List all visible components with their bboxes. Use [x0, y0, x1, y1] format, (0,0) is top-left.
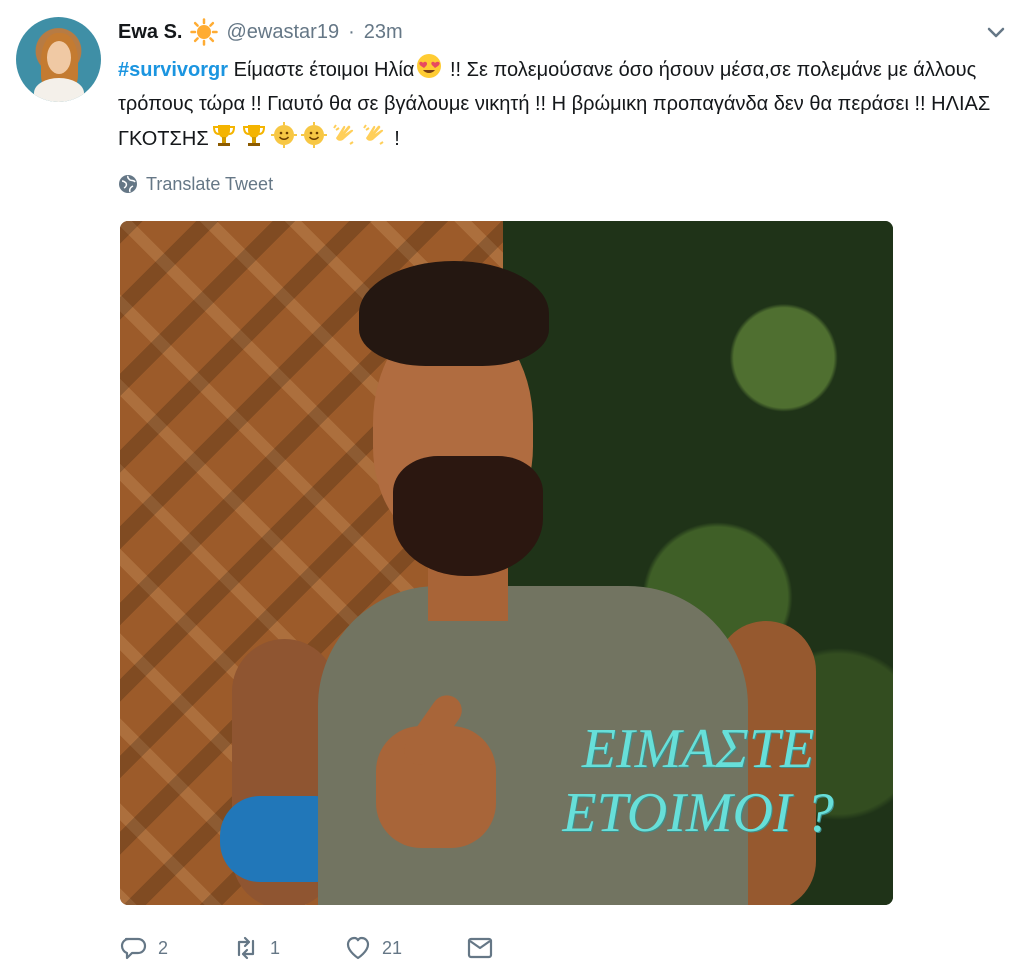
retweet-icon [237, 936, 255, 960]
overlay-line-1: ΕΙΜΑΣΤΕ [581, 718, 815, 780]
like-count: 21 [382, 937, 403, 958]
clapping-hands-icon [360, 121, 388, 149]
image-overlay-text: ΕΙΜΑΣΤΕ ΕΤΟΙΜΟΙ ? [518, 717, 878, 845]
tweet-actions: 2 1 21 [120, 933, 558, 963]
hair [359, 261, 549, 366]
tweet-time[interactable]: 23m [364, 21, 403, 44]
author-handle[interactable]: @ewastar19 [226, 21, 339, 44]
tweet-text-end: ! [394, 128, 400, 150]
tweet-header: Ewa S. @ewastar19 · 23m [118, 16, 403, 48]
avatar-body [34, 78, 84, 102]
direct-message-button[interactable] [466, 934, 494, 962]
globe-icon [119, 175, 137, 193]
mail-icon [467, 937, 493, 959]
smiling-sun-icon [300, 121, 328, 149]
translate-tweet-label: Translate Tweet [146, 173, 274, 194]
trophy-icon [240, 121, 268, 149]
translate-tweet-button[interactable]: Translate Tweet [118, 173, 273, 195]
reply-icon [120, 937, 147, 960]
tweet-text-part1: Είμαστε έτοιμοι Ηλία [233, 59, 415, 81]
hashtag-link[interactable]: #survivorgr [118, 59, 228, 81]
reply-button[interactable]: 2 [120, 934, 168, 962]
smiling-sun-icon [270, 121, 298, 149]
tweet-card: Ewa S. @ewastar19 · 23m #survivorgr Είμα… [0, 0, 1024, 968]
tweet-image[interactable]: ΕΙΜΑΣΤΕ ΕΤΟΙΜΟΙ ? [120, 221, 893, 905]
reply-count: 2 [158, 937, 169, 958]
heart-icon [346, 936, 370, 960]
separator-dot: · [348, 20, 355, 43]
author-name[interactable]: Ewa S. [118, 21, 182, 44]
retweet-button[interactable]: 1 [232, 934, 280, 962]
sun-icon [190, 18, 219, 46]
avatar-face [47, 41, 71, 74]
tweet-text: #survivorgr Είμαστε έτοιμοι Ηλία !! Σε π… [118, 52, 998, 156]
clapping-hands-icon [330, 121, 358, 149]
retweet-count: 1 [270, 937, 281, 958]
heart-eyes-icon [415, 52, 443, 80]
like-button[interactable]: 21 [344, 934, 402, 962]
avatar[interactable] [16, 17, 101, 102]
trophy-icon [210, 121, 238, 149]
chevron-down-icon[interactable] [985, 21, 1007, 43]
overlay-line-2: ΕΤΟΙΜΟΙ ? [562, 782, 834, 844]
beard [393, 456, 543, 576]
